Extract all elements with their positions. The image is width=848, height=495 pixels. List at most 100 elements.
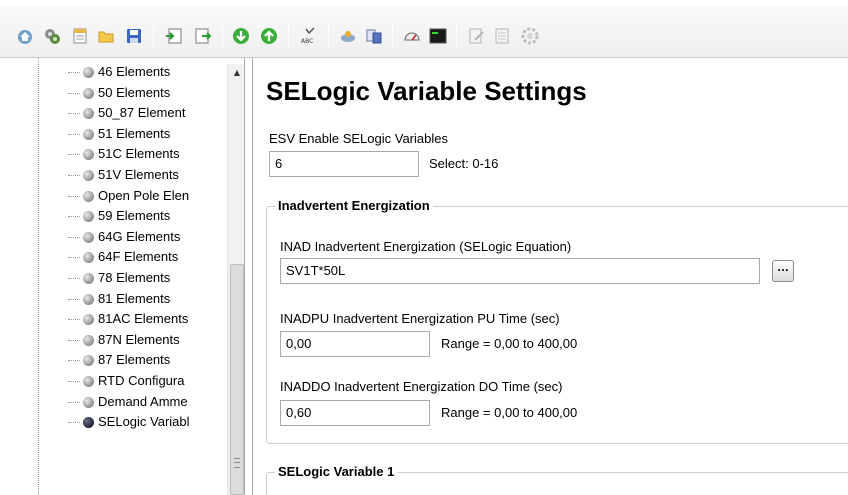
tree-item-label: 81 Elements <box>98 290 171 306</box>
tree-item[interactable]: Demand Amme <box>8 392 228 412</box>
tree-connector <box>68 92 80 94</box>
tree-connector <box>68 113 80 115</box>
tree-connector <box>68 257 80 259</box>
node-icon <box>83 293 94 305</box>
download-icon[interactable] <box>232 27 250 45</box>
esv-label: ESV Enable SELogic Variables <box>269 131 448 146</box>
tree-item[interactable]: 51C Elements <box>8 144 228 164</box>
node-icon <box>83 170 94 181</box>
tree-item[interactable]: 51V Elements <box>8 165 228 185</box>
toolbar: ABC <box>0 0 848 58</box>
node-icon <box>83 334 94 346</box>
import-icon[interactable] <box>165 27 183 45</box>
node-icon <box>83 108 94 120</box>
page-title: SELogic Variable Settings <box>266 76 587 106</box>
tree-item[interactable]: 81AC Elements <box>8 309 228 329</box>
settings-gears-icon[interactable] <box>43 27 61 45</box>
node-icon <box>83 149 94 161</box>
tree-item[interactable]: RTD Configura <box>8 371 228 391</box>
scroll-thumb[interactable] <box>230 264 244 495</box>
compare-icon[interactable] <box>365 27 383 45</box>
tree-item-label: 78 Elements <box>98 270 171 285</box>
inadpu-input[interactable]: 0,00 <box>280 331 430 357</box>
tree-connector <box>68 175 80 176</box>
tree-connector <box>68 422 80 424</box>
edit-icon[interactable] <box>467 27 485 45</box>
selected-node-icon <box>83 417 94 429</box>
toolbar-separator <box>222 23 223 49</box>
node-icon <box>83 67 94 78</box>
tree-item[interactable]: 64F Elements <box>8 247 228 267</box>
tree-item[interactable]: 87 Elements <box>8 350 228 370</box>
tree-item-label: 51C Elements <box>98 146 180 162</box>
tree-item-label: 81AC Elements <box>98 311 189 327</box>
inadpu-range: Range = 0,00 to 400,00 <box>441 336 578 351</box>
equation-editor-button[interactable]: ... <box>772 260 794 282</box>
tree-item-label: Open Pole Elen <box>98 187 190 203</box>
node-icon <box>83 376 94 387</box>
tree-connector <box>68 278 80 279</box>
tree-item[interactable]: 78 Elements <box>8 268 228 288</box>
tree-item[interactable]: 64G Elements <box>8 227 228 247</box>
tree-item[interactable]: 87N Elements <box>8 330 228 350</box>
tree-connector <box>68 319 80 321</box>
report-icon[interactable] <box>493 27 511 45</box>
scroll-up-arrow-icon[interactable]: ▲ <box>228 64 244 80</box>
scroll-grip-icon <box>234 458 240 468</box>
tree-item-label: 59 Elements <box>98 208 171 224</box>
tree-connector <box>68 401 80 403</box>
tree-scrollbar[interactable]: ▲ <box>227 64 244 495</box>
tree-item-label: 64G Elements <box>98 228 181 244</box>
esv-input[interactable]: 6 <box>269 151 419 177</box>
tree-item[interactable]: 81 Elements <box>8 289 228 309</box>
esv-hint: Select: 0-16 <box>429 156 499 171</box>
title-strip <box>0 0 848 6</box>
node-icon <box>83 314 94 326</box>
inaddo-label: INADDO Inadvertent Energization DO Time … <box>280 379 563 394</box>
meter-icon[interactable] <box>403 27 421 45</box>
tree-item[interactable]: 51 Elements <box>8 124 228 144</box>
connect-icon[interactable] <box>339 27 357 45</box>
home-icon[interactable] <box>16 27 34 45</box>
node-icon <box>83 355 94 367</box>
toolbar-separator <box>153 23 154 49</box>
selogic-variable-1-group: SELogic Variable 1 <box>266 464 848 495</box>
inaddo-input[interactable]: 0,60 <box>280 400 430 426</box>
toolbar-separator <box>328 23 329 49</box>
terminal-icon[interactable] <box>429 27 447 45</box>
export-icon[interactable] <box>194 27 212 45</box>
tree-item[interactable]: 50 Elements <box>8 83 228 103</box>
node-icon <box>83 252 94 264</box>
toolbar-separator <box>392 23 393 49</box>
tree-connector <box>68 195 80 197</box>
open-folder-icon[interactable] <box>97 27 115 45</box>
tree-item[interactable]: 46 Elements <box>8 62 228 82</box>
tree-item[interactable]: Open Pole Elen <box>8 186 228 206</box>
tree-connector <box>68 236 80 238</box>
tree-item-label: 50 Elements <box>98 84 171 100</box>
inad-equation-input[interactable]: SV1T*50L <box>280 258 760 284</box>
upload-icon[interactable] <box>260 27 278 45</box>
toolbar-separator <box>456 23 457 49</box>
tree-item-label: 50_87 Element <box>98 105 186 121</box>
svg-text:ABC: ABC <box>301 38 313 45</box>
tree-item-label: 87 Elements <box>98 352 171 368</box>
new-document-icon[interactable] <box>71 27 89 45</box>
tree-item[interactable]: 59 Elements <box>8 206 228 226</box>
tree-connector <box>68 339 80 341</box>
tree-item-label: SELogic Variabl <box>98 414 190 430</box>
spell-check-icon[interactable]: ABC <box>300 27 318 45</box>
inad-label: INAD Inadvertent Energization (SELogic E… <box>280 239 572 254</box>
save-icon[interactable] <box>125 27 143 45</box>
inadpu-label: INADPU Inadvertent Energization PU Time … <box>280 311 560 326</box>
options-gear-icon[interactable] <box>521 27 539 45</box>
tree-item-label: 51 Elements <box>98 125 171 141</box>
toolbar-separator <box>288 23 289 49</box>
tree-item[interactable]: SELogic Variabl <box>8 412 228 432</box>
tree-item-label: RTD Configura <box>98 373 185 388</box>
tree-connector <box>68 154 80 156</box>
node-icon <box>83 87 94 99</box>
inadvertent-energization-group: Inadvertent Energization INAD Inadverten… <box>266 198 848 444</box>
settings-content: SELogic Variable Settings ESV Enable SEL… <box>252 58 848 495</box>
tree-item[interactable]: 50_87 Element <box>8 103 228 123</box>
